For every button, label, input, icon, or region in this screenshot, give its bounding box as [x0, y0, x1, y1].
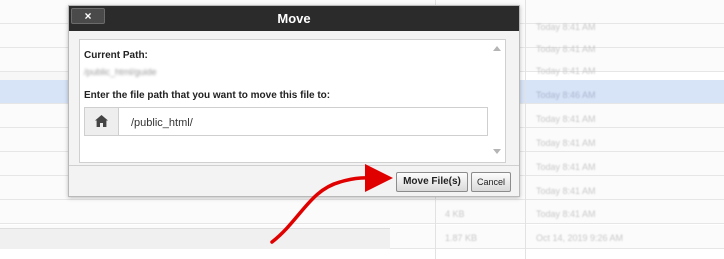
red-arrow-annotation [270, 163, 393, 244]
